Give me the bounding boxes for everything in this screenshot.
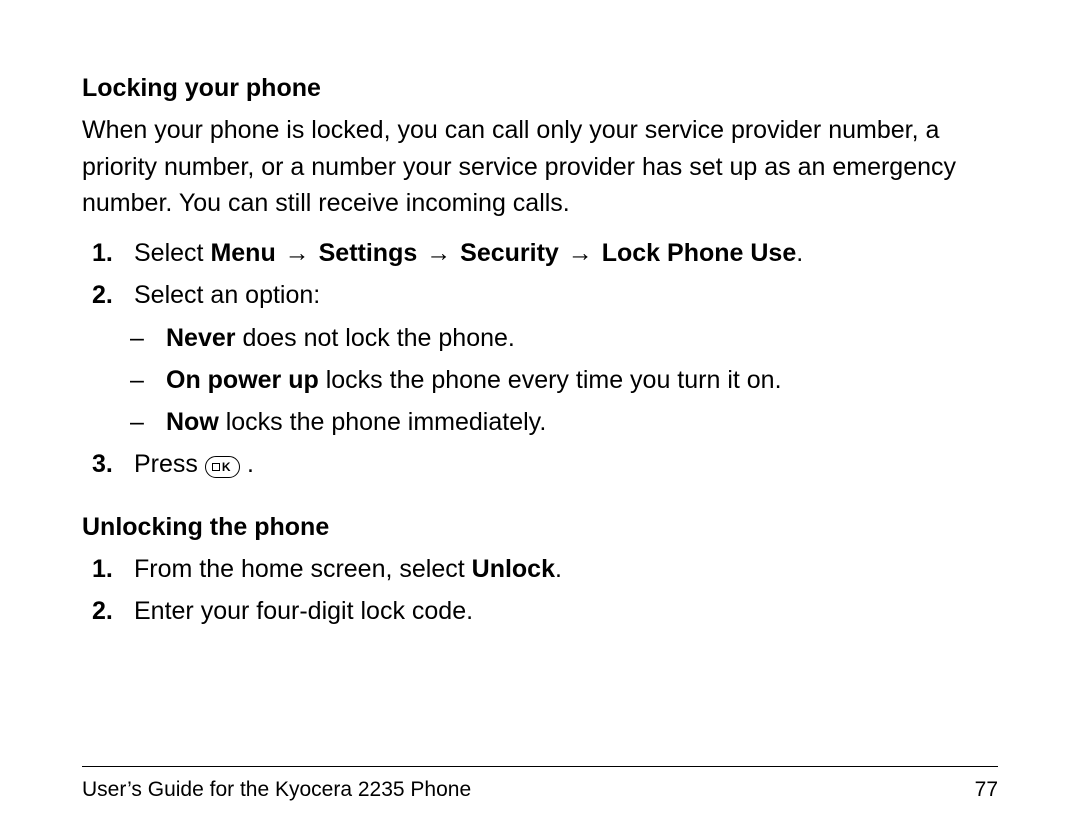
option-rest: locks the phone immediately. (219, 408, 546, 436)
step1-prefix: Select (134, 239, 210, 267)
option-bold: On power up (166, 366, 319, 394)
content-area: Locking your phone When your phone is lo… (82, 70, 998, 766)
step-3: 3. Press K . (82, 446, 998, 482)
option-now: – Now locks the phone immediately. (82, 404, 998, 440)
section-heading-unlocking: Unlocking the phone (82, 509, 998, 545)
option-rest: does not lock the phone. (236, 324, 515, 352)
step-marker: 3. (82, 446, 134, 482)
footer-title: User’s Guide for the Kyocera 2235 Phone (82, 775, 471, 804)
step-body: Press K . (134, 446, 998, 482)
intro-paragraph: When your phone is locked, you can call … (82, 112, 998, 221)
bullet-dash: – (124, 320, 166, 356)
option-rest: locks the phone every time you turn it o… (319, 366, 782, 394)
option-body: On power up locks the phone every time y… (166, 362, 782, 398)
arrow-icon: → (283, 235, 312, 271)
menu-path: Menu → Settings → Security → Lock Phone … (210, 239, 796, 267)
unlock-step-2: 2. Enter your four-digit lock code. (82, 593, 998, 629)
ok-button-icon: K (205, 456, 240, 478)
step-2: 2. Select an option: (82, 277, 998, 313)
option-body: Never does not lock the phone. (166, 320, 515, 356)
option-bold: Now (166, 408, 219, 436)
step3-suffix: . (240, 450, 254, 478)
bullet-dash: – (124, 404, 166, 440)
step-marker: 2. (82, 277, 134, 313)
step-body: From the home screen, select Unlock. (134, 551, 998, 587)
step-marker: 1. (82, 551, 134, 587)
unlock1-prefix: From the home screen, select (134, 555, 472, 583)
path-security: Security (460, 239, 559, 267)
section-heading-locking: Locking your phone (82, 70, 998, 106)
locking-steps: 1. Select Menu → Settings → Security → L… (82, 235, 998, 483)
step1-suffix: . (796, 239, 803, 267)
footer-page-number: 77 (975, 775, 998, 804)
step-marker: 1. (82, 235, 134, 271)
option-bold: Never (166, 324, 236, 352)
unlock-step-1: 1. From the home screen, select Unlock. (82, 551, 998, 587)
step-1: 1. Select Menu → Settings → Security → L… (82, 235, 998, 271)
option-on-power-up: – On power up locks the phone every time… (82, 362, 998, 398)
step-body: Select an option: (134, 277, 998, 313)
step-body: Enter your four-digit lock code. (134, 593, 998, 629)
unlocking-steps: 1. From the home screen, select Unlock. … (82, 551, 998, 630)
step3-prefix: Press (134, 450, 205, 478)
unlock-bold: Unlock (472, 555, 555, 583)
step-body: Select Menu → Settings → Security → Lock… (134, 235, 998, 271)
footer-rule (82, 766, 998, 767)
unlock1-suffix: . (555, 555, 562, 583)
ok-label: K (222, 461, 233, 473)
bullet-dash: – (124, 362, 166, 398)
arrow-icon: → (566, 235, 595, 271)
path-settings: Settings (319, 239, 418, 267)
option-never: – Never does not lock the phone. (82, 320, 998, 356)
path-menu: Menu (210, 239, 275, 267)
step-marker: 2. (82, 593, 134, 629)
arrow-icon: → (424, 235, 453, 271)
document-page: Locking your phone When your phone is lo… (0, 0, 1080, 834)
page-footer: User’s Guide for the Kyocera 2235 Phone … (82, 775, 998, 804)
path-lock: Lock Phone Use (602, 239, 797, 267)
ok-square-icon (212, 463, 220, 471)
option-body: Now locks the phone immediately. (166, 404, 546, 440)
